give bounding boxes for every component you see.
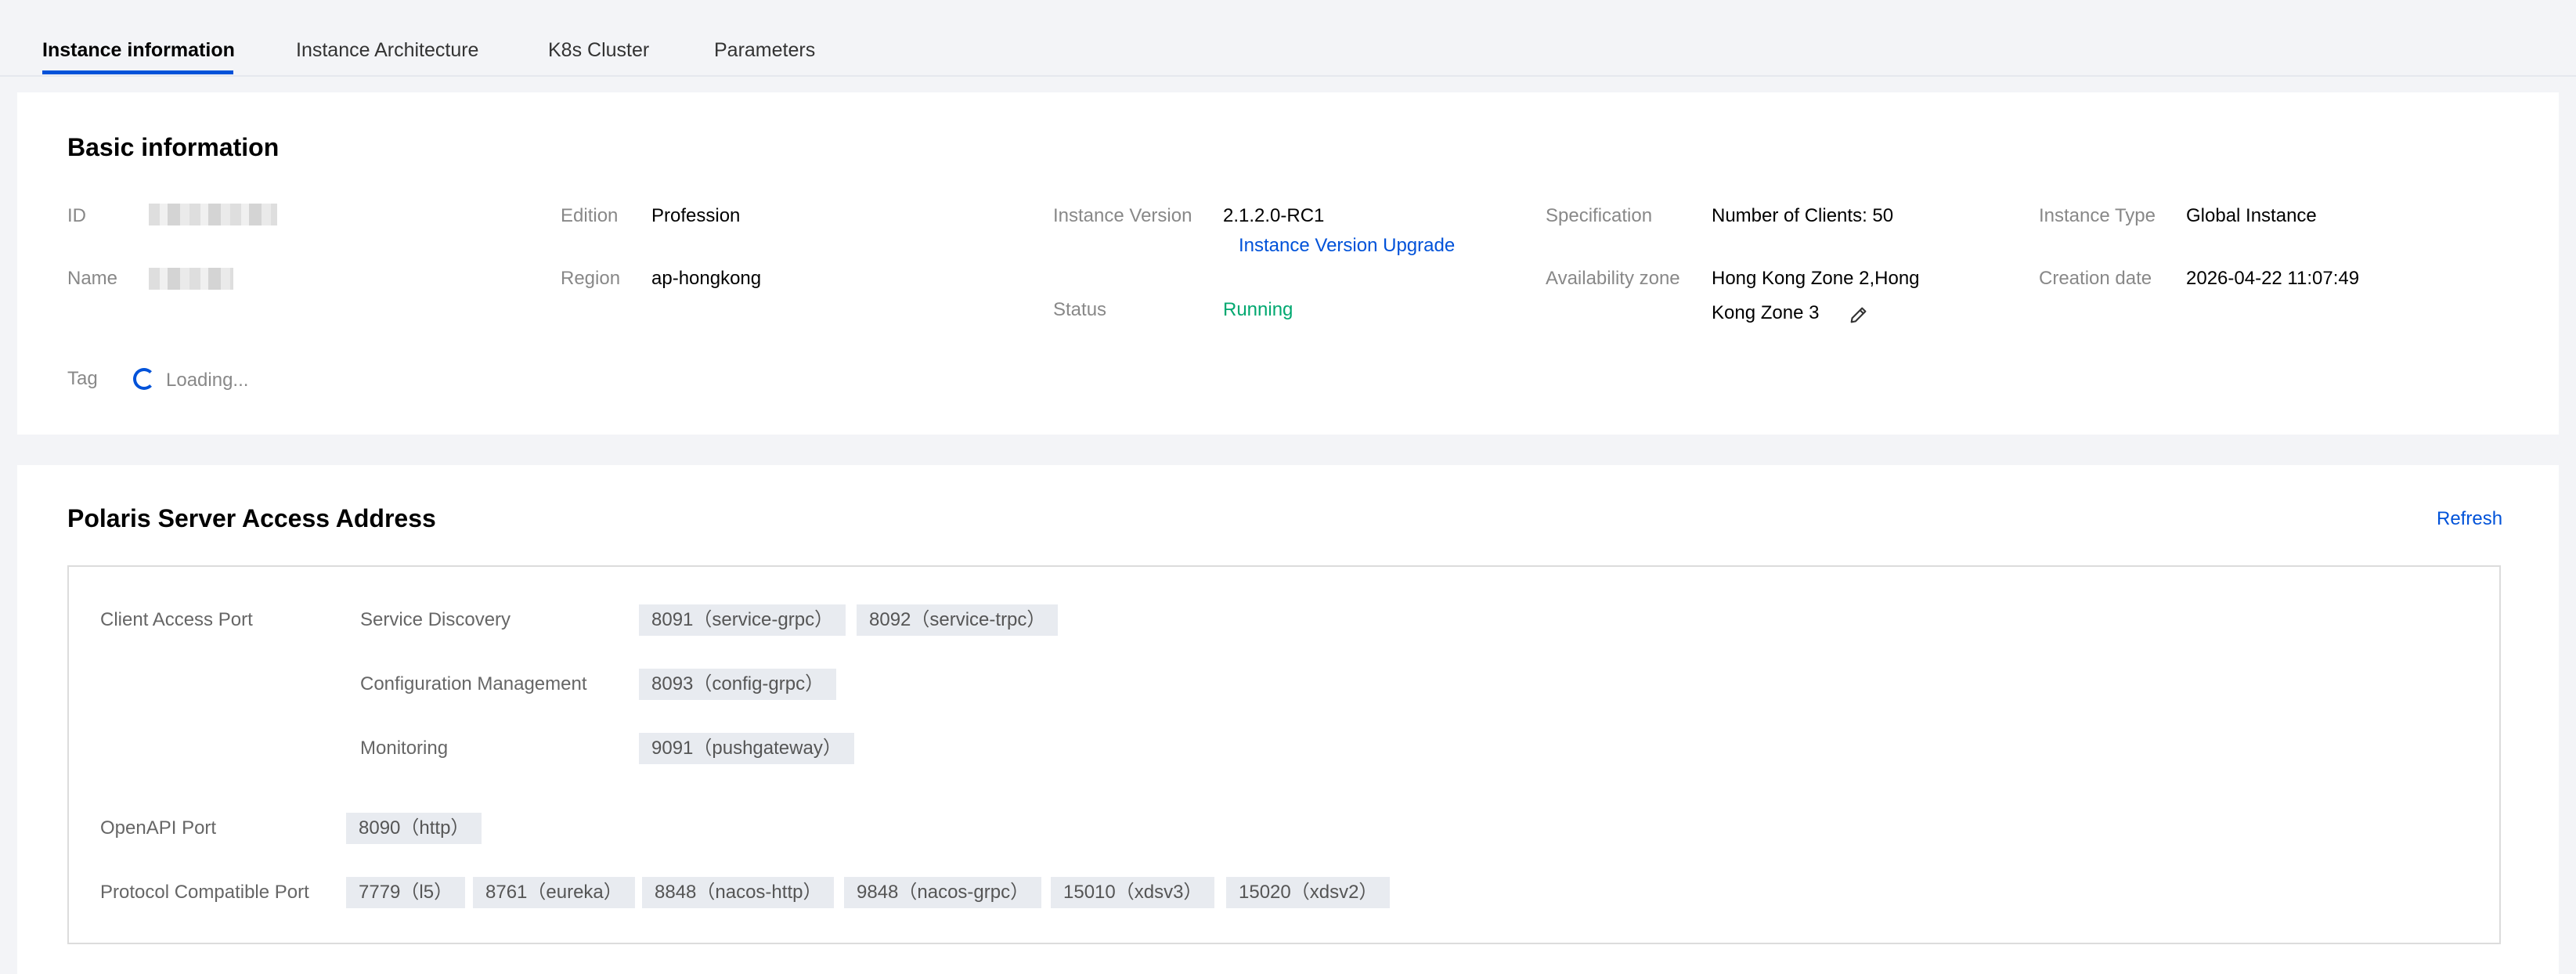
- specification-label: Specification: [1546, 205, 1653, 226]
- tag-label: Tag: [67, 368, 98, 389]
- specification-value: Number of Clients: 50: [1712, 205, 1894, 226]
- creation-date-value: 2026-04-22 11:07:49: [2186, 268, 2360, 289]
- active-tab-indicator: [42, 70, 233, 74]
- port-tag: 8091（service-grpc）: [639, 604, 846, 636]
- instance-version-upgrade-link[interactable]: Instance Version Upgrade: [1239, 235, 1455, 257]
- tab-parameters[interactable]: Parameters: [714, 39, 815, 62]
- name-label: Name: [67, 268, 118, 289]
- port-tag: 15010（xdsv3）: [1051, 877, 1215, 908]
- polaris-access-card: Polaris Server Access Address Refresh Cl…: [17, 465, 2559, 974]
- creation-date-label: Creation date: [2039, 268, 2152, 289]
- instance-type-value: Global Instance: [2186, 205, 2317, 226]
- edition-value: Profession: [651, 205, 741, 226]
- port-tag: 7779（l5）: [346, 877, 466, 908]
- tab-instance-architecture[interactable]: Instance Architecture: [296, 39, 478, 62]
- pencil-icon[interactable]: [1848, 304, 1870, 326]
- availability-zone-value-line2: Kong Zone 3: [1712, 302, 1820, 323]
- instance-version-value: 2.1.2.0-RC1: [1223, 205, 1325, 226]
- spinner-icon: [133, 368, 155, 390]
- availability-zone-value-line1: Hong Kong Zone 2,Hong: [1712, 268, 1920, 289]
- refresh-link[interactable]: Refresh: [2437, 508, 2502, 530]
- tab-bar: Instance information Instance Architectu…: [0, 0, 2576, 77]
- port-tag: 8090（http）: [346, 813, 482, 844]
- polaris-access-title: Polaris Server Access Address: [67, 504, 436, 532]
- configuration-management-label: Configuration Management: [360, 673, 587, 694]
- tab-instance-information[interactable]: Instance information: [42, 39, 235, 62]
- region-label: Region: [561, 268, 621, 289]
- monitoring-label: Monitoring: [360, 738, 449, 759]
- port-tag: 9091（pushgateway）: [639, 733, 854, 764]
- basic-information-title: Basic information: [67, 133, 280, 161]
- port-tag: 8848（nacos-http）: [642, 877, 835, 908]
- access-address-box: Client Access Port Service Discovery 809…: [67, 565, 2501, 944]
- region-value: ap-hongkong: [651, 268, 762, 289]
- port-tag: 8092（service-trpc）: [857, 604, 1059, 636]
- name-value-masked: [149, 268, 233, 290]
- client-access-port-label: Client Access Port: [100, 609, 253, 630]
- openapi-port-label: OpenAPI Port: [100, 817, 217, 839]
- id-label: ID: [67, 205, 86, 226]
- service-discovery-label: Service Discovery: [360, 609, 511, 630]
- instance-type-label: Instance Type: [2039, 205, 2156, 226]
- protocol-compatible-port-label: Protocol Compatible Port: [100, 882, 309, 903]
- instance-version-label: Instance Version: [1053, 205, 1192, 226]
- availability-zone-label: Availability zone: [1546, 268, 1680, 289]
- tag-loading-text: Loading...: [166, 370, 249, 391]
- edition-label: Edition: [561, 205, 619, 226]
- port-tag: 8761（eureka）: [473, 877, 635, 908]
- port-tag: 8093（config-grpc）: [639, 669, 837, 700]
- id-value-masked: [149, 204, 277, 225]
- status-value: Running: [1223, 299, 1293, 320]
- tab-k8s-cluster[interactable]: K8s Cluster: [548, 39, 649, 62]
- status-label: Status: [1053, 299, 1107, 320]
- port-tag: 9848（nacos-grpc）: [844, 877, 1042, 908]
- basic-information-card: Basic information ID Name Edition Profes…: [17, 92, 2559, 435]
- port-tag: 15020（xdsv2）: [1226, 877, 1391, 908]
